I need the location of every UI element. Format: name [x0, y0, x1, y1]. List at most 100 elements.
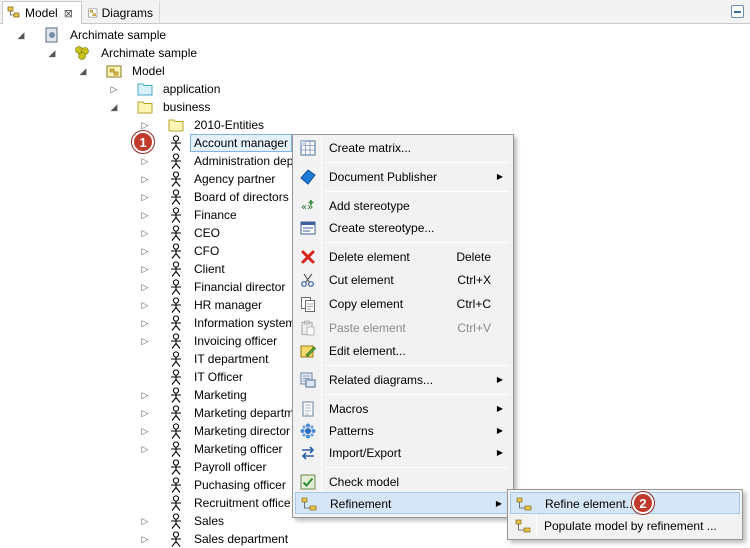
menu-item-cut-element[interactable]: Cut element Ctrl+X — [295, 269, 511, 291]
actor-icon — [171, 333, 181, 349]
minimize-icon[interactable] — [731, 5, 744, 18]
tree-node-label: 2010-Entities — [194, 118, 265, 132]
menu-item-create-matrix[interactable]: Create matrix... — [295, 137, 511, 159]
tree-node-actor[interactable]: ▷ Administration dep — [0, 152, 300, 170]
refinement-submenu: Refine element... Populate model by refi… — [507, 489, 743, 540]
menu-item-add-stereotype[interactable]: «» Add stereotype — [295, 195, 511, 217]
menu-separator — [325, 467, 509, 468]
menu-item-macros[interactable]: Macros ▶ — [295, 398, 511, 420]
project-icon — [45, 27, 58, 43]
tab-diagrams[interactable]: Diagrams — [84, 1, 160, 24]
tree-node-actor[interactable]: ▷ Financial director — [0, 278, 300, 296]
menu-item-paste-element: Paste element Ctrl+V — [295, 317, 511, 339]
collapsed-arrow-icon[interactable]: ▷ — [141, 422, 149, 440]
collapsed-arrow-icon[interactable]: ▷ — [141, 530, 149, 548]
collapsed-arrow-icon[interactable]: ▷ — [141, 170, 149, 188]
collapsed-arrow-icon[interactable]: ▷ — [141, 242, 149, 260]
menu-shortcut: Ctrl+X — [457, 273, 491, 287]
menu-item-refine-element[interactable]: Refine element... — [510, 492, 740, 514]
collapsed-arrow-icon[interactable]: ▷ — [110, 80, 118, 98]
tree-node-actor[interactable]: ▷ Finance — [0, 206, 300, 224]
expanded-arrow-icon[interactable]: ◢ — [48, 44, 56, 62]
tree-node-actor[interactable]: ▷ Client — [0, 260, 300, 278]
menu-item-populate-model[interactable]: Populate model by refinement ... — [510, 515, 740, 537]
collapsed-arrow-icon[interactable]: ▷ — [141, 440, 149, 458]
collapsed-arrow-icon[interactable]: ▷ — [141, 332, 149, 350]
edit-icon — [300, 345, 316, 358]
tree-node-label: Board of directors — [194, 190, 289, 204]
tab-model[interactable]: Model ⊠ — [2, 1, 82, 24]
tree-node-label: Information system — [194, 316, 296, 330]
model-package-icon — [106, 65, 122, 78]
actor-icon — [171, 351, 181, 367]
tree-node-project[interactable]: ◢ Archimate sample — [0, 44, 300, 62]
menu-item-copy-element[interactable]: Copy element Ctrl+C — [295, 293, 511, 315]
menu-item-refinement[interactable]: Refinement ▶ — [295, 492, 511, 514]
tree-node-actor[interactable]: ▷ Information system — [0, 314, 300, 332]
tree-node-actor[interactable]: ▷ CFO — [0, 242, 300, 260]
tree-node-actor[interactable]: ▷ Marketing director — [0, 422, 300, 440]
tree-node-actor[interactable]: ▷ Board of directors — [0, 188, 300, 206]
collapsed-arrow-icon[interactable]: ▷ — [141, 188, 149, 206]
menu-label: Add stereotype — [329, 199, 410, 213]
menu-shortcut: Ctrl+V — [457, 321, 491, 335]
tree-node-actor[interactable]: ▷ Agency partner — [0, 170, 300, 188]
menu-label: Populate model by refinement ... — [544, 519, 717, 533]
tree-node-actor[interactable]: ▷ Marketing officer — [0, 440, 300, 458]
close-icon[interactable]: ⊠ — [64, 7, 73, 20]
expanded-arrow-icon[interactable]: ◢ — [17, 26, 25, 44]
collapsed-arrow-icon[interactable]: ▷ — [141, 512, 149, 530]
tree-node-root[interactable]: ◢ Archimate sample — [0, 26, 300, 44]
expanded-arrow-icon[interactable]: ◢ — [79, 62, 87, 80]
tree-node-actor[interactable]: IT Officer — [0, 368, 300, 386]
menu-label: Refinement — [330, 497, 392, 511]
tree-node-actor[interactable]: Puchasing officer — [0, 476, 300, 494]
tree-node-actor[interactable]: Recruitment office — [0, 494, 300, 512]
menu-shortcut: Ctrl+C — [456, 297, 491, 311]
tree-node-application[interactable]: ▷ application — [0, 80, 300, 98]
tree-node-label: Sales department — [194, 532, 289, 546]
tree-node-model[interactable]: ◢ Model — [0, 62, 300, 80]
tree-node-label: Finance — [194, 208, 237, 222]
collapsed-arrow-icon[interactable]: ▷ — [141, 314, 149, 332]
tree-node-actor[interactable]: Payroll officer — [0, 458, 300, 476]
menu-item-edit-element[interactable]: Edit element... — [295, 340, 511, 362]
collapsed-arrow-icon[interactable]: ▷ — [141, 296, 149, 314]
tree-node-actor[interactable]: ▷ Invoicing officer — [0, 332, 300, 350]
collapsed-arrow-icon[interactable]: ▷ — [141, 224, 149, 242]
tree-node-label: Client — [194, 262, 225, 276]
tree-node-label: Marketing departm — [194, 406, 295, 420]
tree-node-actor[interactable]: ▷ Sales department — [0, 530, 300, 548]
menu-item-import-export[interactable]: Import/Export ▶ — [295, 442, 511, 464]
menu-label: Related diagrams... — [329, 373, 434, 387]
folder-icon — [137, 83, 153, 96]
collapsed-arrow-icon[interactable]: ▷ — [141, 206, 149, 224]
collapsed-arrow-icon[interactable]: ▷ — [141, 386, 149, 404]
menu-item-related-diagrams[interactable]: Related diagrams... ▶ — [295, 369, 511, 391]
menu-item-create-stereotype[interactable]: Create stereotype... — [295, 217, 511, 239]
menu-item-delete-element[interactable]: Delete element Delete — [295, 246, 511, 268]
menu-item-patterns[interactable]: Patterns ▶ — [295, 420, 511, 442]
menu-label: Check model — [329, 475, 400, 489]
collapsed-arrow-icon[interactable]: ▷ — [141, 278, 149, 296]
tree-node-actor[interactable]: ▷ HR manager — [0, 296, 300, 314]
menu-separator — [325, 162, 509, 163]
tree-node-entities[interactable]: ▷ 2010-Entities — [0, 116, 300, 134]
tree-node-actor[interactable]: ▷ Marketing — [0, 386, 300, 404]
tree-node-actor[interactable]: ▷ Marketing departm — [0, 404, 300, 422]
submenu-arrow-icon: ▶ — [496, 172, 503, 181]
actor-icon — [171, 279, 181, 295]
collapsed-arrow-icon[interactable]: ▷ — [141, 152, 149, 170]
menu-label: Edit element... — [329, 344, 406, 358]
expanded-arrow-icon[interactable]: ◢ — [110, 98, 118, 116]
tree-node-business[interactable]: ◢ business — [0, 98, 300, 116]
tree-node-actor[interactable]: ▷ CEO — [0, 224, 300, 242]
menu-item-document-publisher[interactable]: Document Publisher ▶ — [295, 166, 511, 188]
collapsed-arrow-icon[interactable]: ▷ — [141, 260, 149, 278]
menu-separator — [325, 191, 509, 192]
tree-node-actor[interactable]: ▷ Sales — [0, 512, 300, 530]
menu-item-check-model[interactable]: Check model — [295, 471, 511, 493]
actor-icon — [171, 297, 181, 313]
tree-node-actor[interactable]: IT department — [0, 350, 300, 368]
collapsed-arrow-icon[interactable]: ▷ — [141, 404, 149, 422]
